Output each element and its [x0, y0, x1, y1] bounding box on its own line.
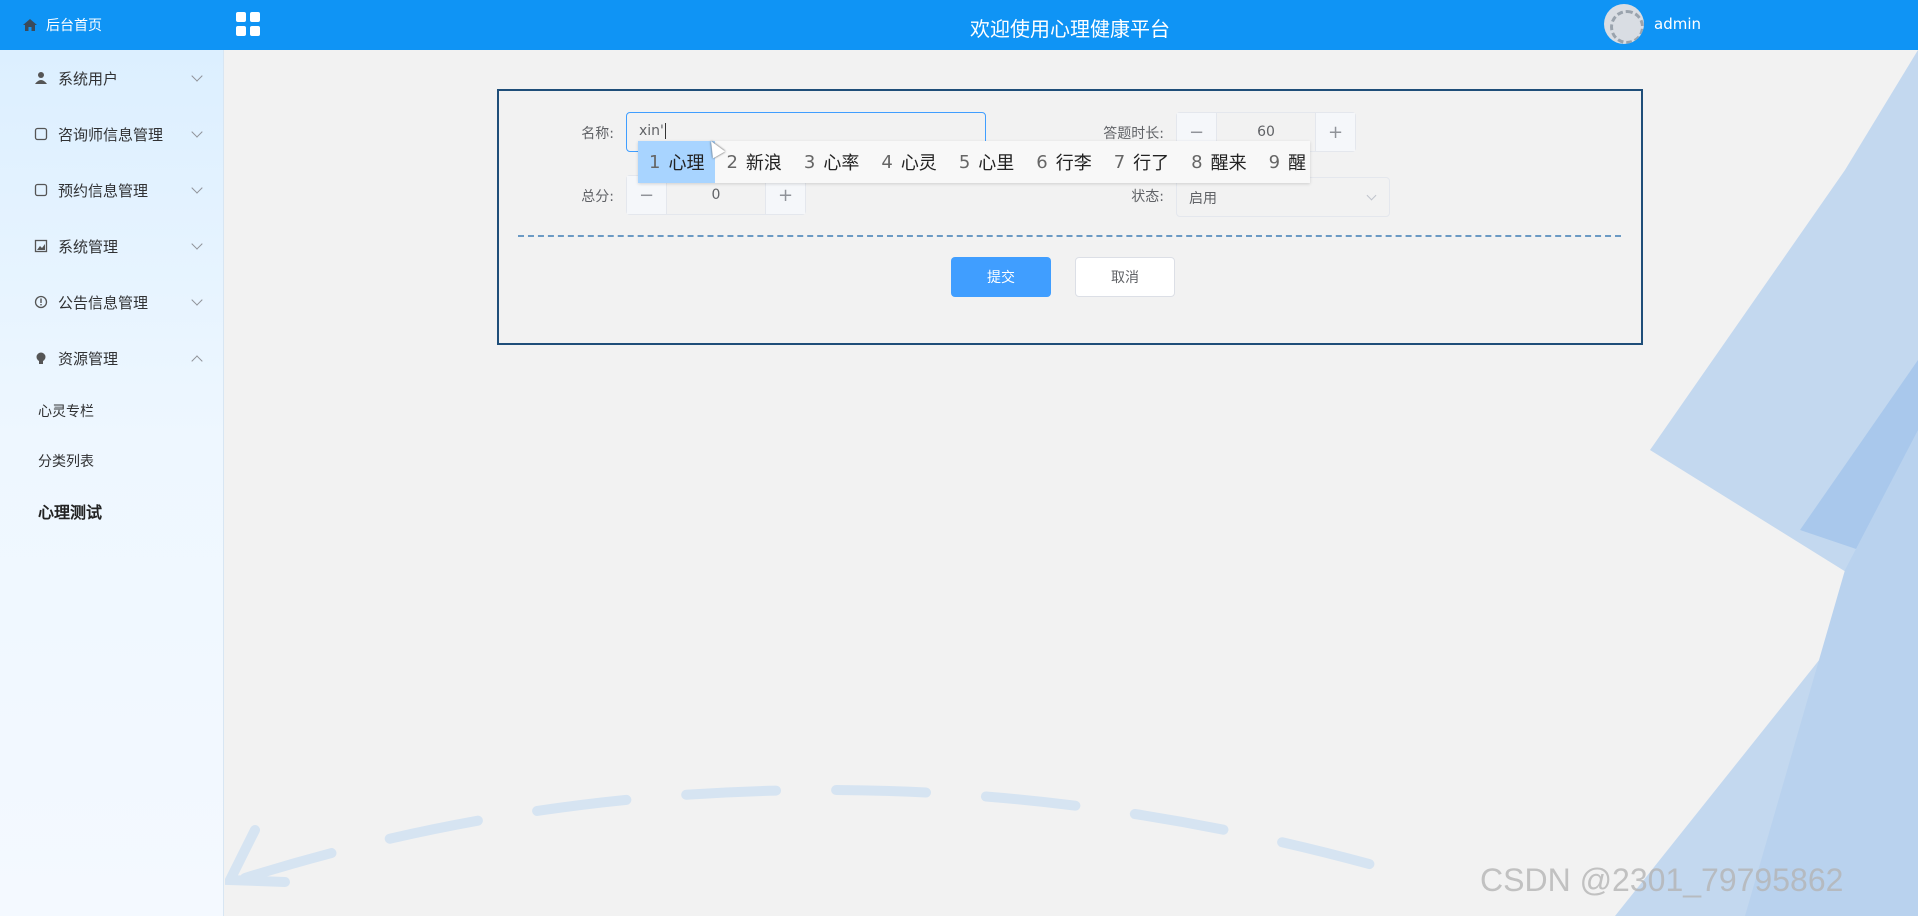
chevron-down-icon [191, 182, 203, 194]
form-card: 名称: xin' 答题时长: − 60 + 总分: − 0 + 状态: 启用 提… [497, 89, 1643, 345]
sidebar-subitem-test[interactable]: 心理测试 [0, 486, 223, 536]
cancel-button[interactable]: 取消 [1075, 257, 1175, 297]
ime-candidate-bar: 1 心理 2 新浪 3 心率 4 心灵 5 心里 6 行李 7 行了 8 醒来 9醒 [638, 141, 1310, 183]
text-caret [664, 123, 666, 139]
watermark: CSDN @2301_79795862 [1480, 862, 1844, 898]
ime-candidate[interactable]: 2 新浪 [715, 141, 792, 183]
sidebar-item-counselor[interactable]: 咨询师信息管理 [0, 106, 223, 162]
sidebar-item-label: 预约信息管理 [58, 181, 149, 200]
sidebar-item-appointment[interactable]: 预约信息管理 [0, 162, 223, 218]
ime-candidate[interactable]: 3 心率 [793, 141, 870, 183]
ime-candidate[interactable]: 5 心里 [948, 141, 1025, 183]
image-icon [32, 237, 50, 255]
doc-icon [32, 125, 50, 143]
ime-candidate[interactable]: 1 心理 [638, 141, 716, 183]
chevron-down-icon [191, 70, 203, 82]
info-icon [32, 293, 50, 311]
divider [518, 235, 1621, 237]
sidebar: 系统用户 咨询师信息管理 预约信息管理 系统管理 公告信息管理 资源管理 心灵专… [0, 50, 224, 916]
sidebar-item-label: 资源管理 [58, 349, 119, 368]
duration-label: 答题时长: [1103, 126, 1164, 142]
sidebar-item-system[interactable]: 系统管理 [0, 218, 223, 274]
ime-candidate[interactable]: 4 心灵 [870, 141, 947, 183]
top-header: 后台首页 欢迎使用心理健康平台 admin [0, 0, 1918, 50]
ime-candidate[interactable]: 9醒 [1258, 141, 1310, 183]
chevron-down-icon [191, 294, 203, 306]
submit-button[interactable]: 提交 [951, 257, 1051, 297]
ime-candidate[interactable]: 8 醒来 [1180, 141, 1257, 183]
bulb-icon [32, 349, 50, 367]
username: admin [1654, 15, 1701, 33]
sidebar-item-label: 咨询师信息管理 [58, 125, 164, 144]
chevron-up-icon [191, 355, 203, 367]
ime-candidate[interactable]: 7 行了 [1103, 141, 1180, 183]
sidebar-item-label: 系统用户 [58, 69, 119, 88]
status-value: 启用 [1189, 191, 1217, 207]
doc-icon [32, 181, 50, 199]
name-input-value: xin' [639, 123, 664, 139]
chevron-down-icon [191, 126, 203, 138]
sidebar-item-announcement[interactable]: 公告信息管理 [0, 274, 223, 330]
sidebar-item-resources[interactable]: 资源管理 [0, 330, 223, 386]
ime-candidate[interactable]: 6 行李 [1025, 141, 1102, 183]
sidebar-subitem-column[interactable]: 心灵专栏 [0, 386, 223, 436]
user-icon [32, 69, 50, 87]
sidebar-item-system-users[interactable]: 系统用户 [0, 50, 223, 106]
sidebar-subitem-category[interactable]: 分类列表 [0, 436, 223, 486]
name-label: 名称: [581, 126, 614, 142]
chevron-down-icon [191, 238, 203, 250]
user-menu[interactable]: admin [1604, 4, 1701, 44]
sidebar-item-label: 公告信息管理 [58, 293, 149, 312]
avatar[interactable] [1604, 4, 1644, 44]
chevron-down-icon [1366, 190, 1377, 201]
sidebar-item-label: 系统管理 [58, 237, 119, 256]
status-label: 状态: [1131, 189, 1164, 205]
score-label: 总分: [581, 189, 614, 205]
status-select[interactable]: 启用 [1176, 177, 1390, 217]
increase-button[interactable]: + [1315, 113, 1355, 151]
